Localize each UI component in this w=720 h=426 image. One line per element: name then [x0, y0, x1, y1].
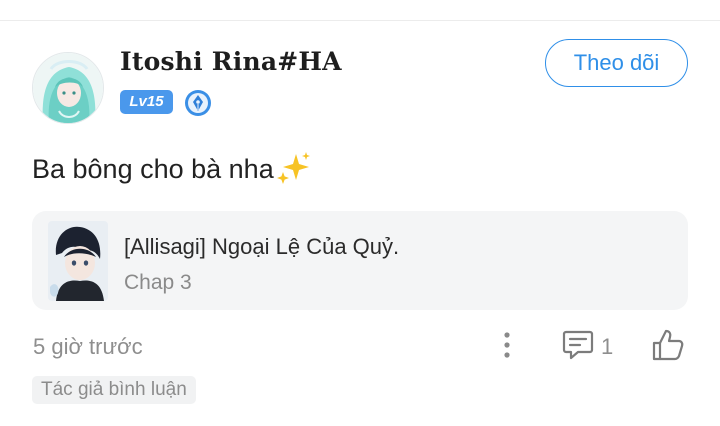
thumbs-up-icon	[652, 329, 684, 361]
author-comment-tag: Tác giả bình luận	[32, 376, 196, 404]
more-options-button[interactable]	[495, 329, 519, 361]
user-avatar[interactable]	[32, 52, 104, 124]
reply-button[interactable]: 1	[561, 327, 621, 363]
manga-cover-thumbnail	[48, 221, 108, 301]
follow-button[interactable]: Theo dõi	[545, 39, 688, 87]
top-divider	[0, 20, 720, 21]
anime-girl-avatar-icon	[33, 53, 103, 123]
comment-bubble-icon	[561, 329, 595, 361]
comment-text: Ba bông cho bà nha	[32, 154, 274, 184]
manga-title: [Allisagi] Ngoại Lệ Của Quỷ.	[124, 234, 400, 259]
rank-badge	[184, 89, 212, 117]
more-vertical-icon	[504, 332, 510, 358]
manga-link-card[interactable]: [Allisagi] Ngoại Lệ Của Quỷ. Chap 3	[32, 211, 688, 310]
author-name[interactable]: Itoshi Rina#HA	[120, 47, 342, 76]
manga-chapter: Chap 3	[124, 271, 192, 294]
reply-count: 1	[601, 334, 614, 359]
level-badge: Lv15	[120, 90, 173, 114]
comment-timestamp: 5 giờ trước	[33, 334, 143, 359]
sparkles-icon	[276, 152, 312, 184]
comment-body: Ba bông cho bà nha	[32, 152, 312, 185]
like-button[interactable]	[650, 327, 686, 363]
pen-nib-rank-icon	[185, 90, 211, 116]
